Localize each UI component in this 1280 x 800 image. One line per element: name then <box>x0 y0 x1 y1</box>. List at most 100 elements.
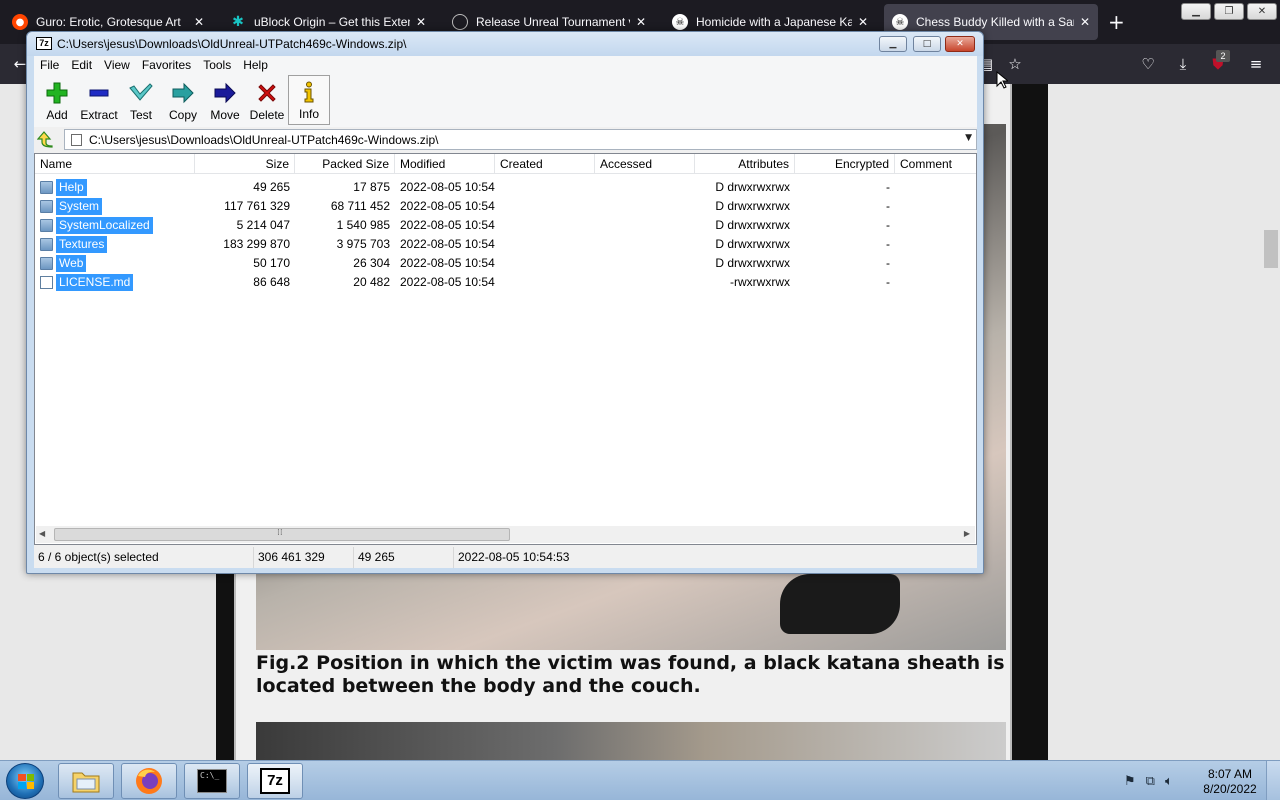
tab-close-icon[interactable]: ✕ <box>416 15 426 29</box>
action-center-flag-icon[interactable]: ⚑ <box>1124 774 1136 789</box>
pocket-icon[interactable]: ♡ <box>1138 54 1158 74</box>
downloads-icon[interactable]: ⤓ <box>1173 54 1193 74</box>
table-row[interactable]: SystemLocalized 5 214 047 1 540 985 2022-08… <box>35 216 976 235</box>
start-button[interactable] <box>6 763 44 799</box>
tab-close-icon[interactable]: ✕ <box>194 15 204 29</box>
cell-accessed <box>595 197 695 216</box>
column-header-packed-size[interactable]: Packed Size <box>295 154 395 174</box>
extract-button[interactable]: Extract <box>78 75 120 125</box>
menu-view[interactable]: View <box>98 56 136 75</box>
cell-size: 86 648 <box>253 275 290 289</box>
menu-hamburger-icon[interactable]: ≡ <box>1246 54 1266 74</box>
file-name: Web <box>56 255 87 272</box>
reddit-icon: ● <box>12 14 28 30</box>
address-input[interactable]: C:\Users\jesus\Downloads\OldUnreal-UTPat… <box>64 129 977 150</box>
table-row[interactable]: Help 49 265 17 875 2022-08-05 10:54 D drwxrw… <box>35 178 976 197</box>
table-row[interactable]: Textures 183 299 870 3 975 703 2022-08-05 1… <box>35 235 976 254</box>
taskbar-command-prompt[interactable]: C:\_ <box>184 763 240 799</box>
sevenzip-app-icon[interactable]: 7z <box>36 37 52 50</box>
figure-caption: Fig.2 Position in which the victim was f… <box>256 652 1005 697</box>
file-name: System <box>56 198 103 215</box>
cell-modified: 2022-08-05 10:54 <box>400 180 495 194</box>
column-header-modified[interactable]: Modified <box>395 154 495 174</box>
taskbar-7zip[interactable]: 7z <box>247 763 303 799</box>
browser-restore-button[interactable]: ❐ <box>1214 3 1244 20</box>
close-button[interactable]: ✕ <box>945 36 975 52</box>
menu-help[interactable]: Help <box>237 56 274 75</box>
show-desktop-button[interactable] <box>1266 761 1280 800</box>
browser-minimize-button[interactable]: ▁ <box>1181 3 1211 20</box>
horizontal-scrollbar[interactable]: ◀ ⁞⁞ ▶ <box>36 526 975 543</box>
menu-favorites[interactable]: Favorites <box>136 56 197 75</box>
file-list[interactable]: Name Size Packed Size Modified Created A… <box>34 153 977 545</box>
browser-close-button[interactable]: ✕ <box>1247 3 1277 20</box>
taskbar: C:\_ 7z ⚑ ⧉ 🔈︎ 8:07 AM 8/20/2022 <box>0 760 1280 800</box>
cell-name[interactable]: Web <box>40 255 87 272</box>
up-folder-icon[interactable] <box>36 131 55 148</box>
x-icon <box>254 81 280 105</box>
taskbar-file-explorer[interactable] <box>58 763 114 799</box>
cell-name[interactable]: System <box>40 198 103 215</box>
scroll-left-icon[interactable]: ◀ <box>39 529 45 538</box>
copy-button[interactable]: Copy <box>162 75 204 125</box>
cell-comment <box>895 197 976 216</box>
info-button[interactable]: Info <box>288 75 330 125</box>
ublock-count-badge: 2 <box>1216 50 1230 62</box>
cell-name[interactable]: LICENSE.md <box>40 274 134 291</box>
network-icon[interactable]: ⧉ <box>1146 774 1155 789</box>
table-row[interactable]: LICENSE.md 86 648 20 482 2022-08-05 10:54 -r… <box>35 273 976 292</box>
tab-close-icon[interactable]: ✕ <box>858 15 868 29</box>
firefox-icon <box>136 768 162 794</box>
column-header-encrypted[interactable]: Encrypted <box>795 154 895 174</box>
cell-size: 117 761 329 <box>224 199 290 213</box>
chevron-down-icon[interactable]: ▼ <box>965 133 972 143</box>
column-header-name[interactable]: Name <box>35 154 195 174</box>
maximize-button[interactable]: □ <box>913 36 941 52</box>
cell-size: 49 265 <box>253 180 290 194</box>
bookmark-star-icon[interactable]: ☆ <box>1005 54 1025 74</box>
file-name: SystemLocalized <box>56 217 153 234</box>
menu-file[interactable]: File <box>34 56 65 75</box>
cell-name[interactable]: Help <box>40 179 87 196</box>
volume-icon[interactable]: 🔈︎ <box>1165 774 1173 789</box>
delete-label: Delete <box>249 108 285 122</box>
cell-name[interactable]: Textures <box>40 236 108 253</box>
cell-encrypted: - <box>886 199 890 213</box>
minimize-button[interactable]: ▁ <box>879 36 907 52</box>
tab-close-icon[interactable]: ✕ <box>1080 15 1090 29</box>
cell-comment <box>895 273 976 292</box>
ublock-puzzle-icon: ✱ <box>232 14 244 30</box>
column-header-attributes[interactable]: Attributes <box>695 154 795 174</box>
taskbar-firefox[interactable] <box>121 763 177 799</box>
test-button[interactable]: Test <box>120 75 162 125</box>
cell-modified: 2022-08-05 10:54 <box>400 275 495 289</box>
menu-edit[interactable]: Edit <box>65 56 98 75</box>
add-button[interactable]: Add <box>36 75 78 125</box>
page-scroll-thumb[interactable] <box>1264 230 1278 268</box>
new-tab-icon[interactable]: + <box>1108 10 1125 34</box>
page-scrollbar[interactable] <box>1262 84 1280 760</box>
status-focused-size: 49 265 <box>356 547 454 568</box>
table-row[interactable]: System 117 761 329 68 711 452 2022-08-05 10… <box>35 197 976 216</box>
column-header-accessed[interactable]: Accessed <box>595 154 695 174</box>
info-icon <box>296 80 322 104</box>
move-button[interactable]: Move <box>204 75 246 125</box>
tab-close-icon[interactable]: ✕ <box>636 15 646 29</box>
cell-packed-size: 3 975 703 <box>336 237 390 251</box>
clock[interactable]: 8:07 AM 8/20/2022 <box>1196 767 1264 797</box>
scroll-right-icon[interactable]: ▶ <box>964 529 970 538</box>
delete-button[interactable]: Delete <box>246 75 288 125</box>
table-row[interactable]: Web 50 170 26 304 2022-08-05 10:54 D drwxrwx… <box>35 254 976 273</box>
clock-time: 8:07 AM <box>1207 767 1253 781</box>
scroll-thumb[interactable]: ⁞⁞ <box>54 528 510 541</box>
column-header-created[interactable]: Created <box>495 154 595 174</box>
add-label: Add <box>46 108 68 122</box>
cell-name[interactable]: SystemLocalized <box>40 217 153 234</box>
column-header-row: Name Size Packed Size Modified Created A… <box>35 154 976 174</box>
skull-icon: ☠ <box>672 14 688 30</box>
window-titlebar[interactable]: 7z C:\Users\jesus\Downloads\OldUnreal-UT… <box>27 32 983 56</box>
clock-date: 8/20/2022 <box>1203 782 1257 796</box>
column-header-size[interactable]: Size <box>195 154 295 174</box>
menu-tools[interactable]: Tools <box>197 56 237 75</box>
column-header-comment[interactable]: Comment <box>895 154 976 174</box>
